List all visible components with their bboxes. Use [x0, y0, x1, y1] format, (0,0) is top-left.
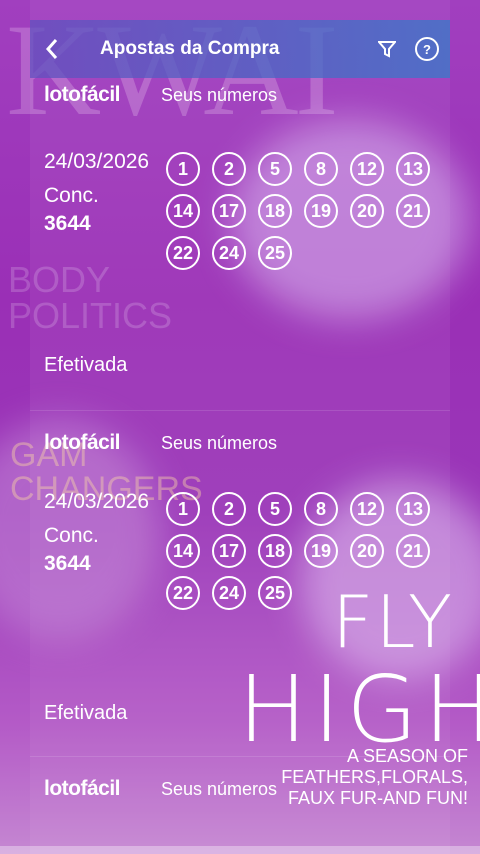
back-button[interactable] — [30, 20, 74, 78]
brand-logo: lotofácil — [44, 83, 121, 106]
help-button[interactable]: ? — [410, 32, 444, 66]
number-ball: 2 — [212, 152, 246, 186]
number-ball: 25 — [258, 236, 292, 270]
number-balls: 1 2 5 8 12 13 14 17 18 19 20 21 22 24 25 — [166, 152, 442, 270]
filter-button[interactable] — [370, 32, 404, 66]
season-line: FAUX FUR-AND FUN! — [288, 788, 468, 808]
bet-date: 24/03/2026 — [44, 150, 150, 173]
bottom-edge — [0, 846, 480, 854]
bet-date: 24/03/2026 — [44, 490, 150, 513]
number-ball: 20 — [350, 194, 384, 228]
number-ball: 22 — [166, 236, 200, 270]
filter-icon — [378, 41, 396, 58]
status-label: Efetivada — [44, 354, 128, 376]
page-title: Apostas da Compra — [100, 38, 280, 59]
number-ball: 19 — [304, 194, 338, 228]
number-ball: 5 — [258, 152, 292, 186]
overlay-text-high: HIGH — [238, 656, 480, 763]
number-ball: 14 — [166, 194, 200, 228]
number-ball: 18 — [258, 534, 292, 568]
number-ball: 12 — [350, 152, 384, 186]
help-icon: ? — [415, 37, 439, 61]
number-ball: 12 — [350, 492, 384, 526]
top-bar: Apostas da Compra ? — [30, 20, 450, 78]
number-ball: 14 — [166, 534, 200, 568]
contest-label: Conc. — [44, 184, 99, 207]
overlay-text-season: A SEASON OF FEATHERS,FLORALS, FAUX FUR-A… — [281, 746, 468, 809]
number-ball: 8 — [304, 492, 338, 526]
number-ball: 13 — [396, 492, 430, 526]
number-ball: 5 — [258, 492, 292, 526]
numbers-label: Seus números — [161, 432, 278, 453]
overlay-text-fly: FLY — [332, 580, 454, 664]
number-ball: 22 — [166, 576, 200, 610]
number-ball: 25 — [258, 576, 292, 610]
number-ball: 1 — [166, 152, 200, 186]
season-line: FEATHERS,FLORALS, — [281, 767, 468, 787]
number-ball: 17 — [212, 194, 246, 228]
status-label: Efetivada — [44, 702, 128, 724]
number-ball: 18 — [258, 194, 292, 228]
number-ball: 1 — [166, 492, 200, 526]
chevron-left-icon — [45, 39, 58, 59]
number-ball: 2 — [212, 492, 246, 526]
number-ball: 24 — [212, 576, 246, 610]
number-ball: 20 — [350, 534, 384, 568]
contest-number: 3644 — [44, 552, 91, 575]
number-ball: 21 — [396, 194, 430, 228]
contest-number: 3644 — [44, 212, 91, 235]
number-ball: 8 — [304, 152, 338, 186]
bet-card[interactable]: lotofácil Seus números 24/03/2026 Conc. … — [44, 80, 444, 270]
brand-logo: lotofácil — [44, 431, 121, 454]
numbers-label: Seus números — [161, 84, 278, 105]
contest-label: Conc. — [44, 524, 99, 547]
number-ball: 19 — [304, 534, 338, 568]
number-ball: 21 — [396, 534, 430, 568]
brand-logo: lotofácil — [44, 777, 121, 800]
numbers-label: Seus números — [161, 778, 278, 799]
number-ball: 17 — [212, 534, 246, 568]
number-ball: 13 — [396, 152, 430, 186]
card-divider — [30, 410, 450, 411]
number-ball: 24 — [212, 236, 246, 270]
season-line: A SEASON OF — [346, 746, 468, 766]
